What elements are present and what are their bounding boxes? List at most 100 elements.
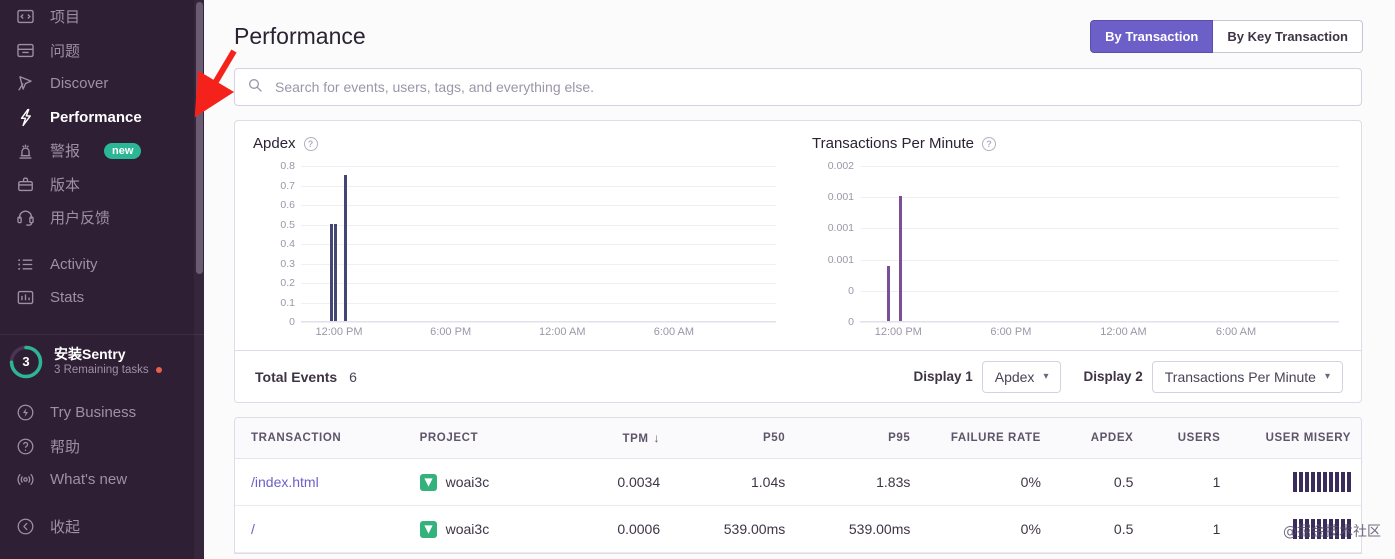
gridline	[860, 228, 1339, 229]
sidebar-item-label: 版本	[50, 174, 80, 195]
x-tick-label: 6:00 AM	[654, 326, 694, 338]
chart-bar[interactable]	[334, 224, 337, 322]
display1-select[interactable]: Apdex ▾	[982, 361, 1062, 393]
gridline	[860, 197, 1339, 198]
sidebar-item-issues[interactable]: 问题	[0, 34, 204, 68]
chart-tpm-plot-area[interactable]	[860, 166, 1339, 322]
display1-label: Display 1	[913, 369, 972, 384]
gridline	[301, 186, 776, 187]
charts-row: Apdex ? 0.80.70.60.50.40.30.20.10 12:00 …	[235, 121, 1361, 350]
x-tick-label: 6:00 PM	[430, 326, 471, 338]
chevron-down-icon: ▾	[1325, 371, 1330, 382]
table-header-transaction[interactable]: TRANSACTION	[235, 418, 404, 459]
sidebar-item-label: Discover	[50, 75, 108, 92]
gridline	[301, 225, 776, 226]
table-cell-project: woai3c	[404, 459, 556, 506]
misery-bar	[1335, 472, 1339, 492]
tab-by-transaction[interactable]: By Transaction	[1090, 20, 1213, 53]
onboarding-task-widget[interactable]: 3 安装Sentry 3 Remaining tasks	[0, 334, 204, 388]
chart-tpm-y-axis: 0.0020.0010.0010.00100	[812, 166, 858, 322]
issues-icon	[12, 39, 38, 61]
gridline	[860, 166, 1339, 167]
sidebar-scrollbar[interactable]	[194, 0, 204, 559]
gridline	[301, 166, 776, 167]
misery-bar	[1317, 519, 1321, 539]
y-tick-label: 0	[848, 316, 854, 328]
sidebar-item-user-feedback[interactable]: 用户反馈	[0, 201, 204, 235]
table-cell-apdex: 0.5	[1051, 459, 1143, 506]
sidebar-item-activity[interactable]: Activity	[0, 248, 204, 282]
stats-icon	[12, 287, 38, 309]
onboarding-text: 安装Sentry 3 Remaining tasks	[54, 346, 162, 378]
table-cell-p50: 1.04s	[670, 459, 795, 506]
y-tick-label: 0.7	[280, 180, 295, 192]
misery-bar	[1347, 519, 1351, 539]
table-header-apdex[interactable]: APDEX	[1051, 418, 1143, 459]
table-row[interactable]: /index.htmlwoai3c0.00341.04s1.83s0%0.51	[235, 459, 1361, 506]
releases-icon	[12, 173, 38, 195]
misery-bar	[1299, 472, 1303, 492]
sidebar-item-performance[interactable]: Performance	[0, 101, 204, 135]
x-tick-label: 12:00 AM	[539, 326, 585, 338]
gridline	[301, 205, 776, 206]
page-title: Performance	[234, 23, 366, 50]
transaction-link[interactable]: /index.html	[251, 474, 319, 490]
project-icon	[12, 6, 38, 28]
transaction-link[interactable]: /	[251, 521, 255, 537]
sidebar-item-label: 项目	[50, 6, 80, 27]
sidebar-item-label: What's new	[50, 471, 127, 488]
misery-bar	[1329, 519, 1333, 539]
sidebar-item-help[interactable]: 帮助	[0, 430, 204, 464]
sidebar-item-label: 用户反馈	[50, 207, 110, 228]
sidebar-item-releases[interactable]: 版本	[0, 168, 204, 202]
sidebar-item-whats-new[interactable]: What's new	[0, 463, 204, 497]
table-row[interactable]: /woai3c0.0006539.00ms539.00ms0%0.51	[235, 506, 1361, 553]
chart-tpm: Transactions Per Minute ? 0.0020.0010.00…	[798, 121, 1361, 350]
x-tick-label: 12:00 AM	[1100, 326, 1146, 338]
sidebar-divider-gap	[0, 235, 204, 248]
table-header-row: TRANSACTIONPROJECTTPM↓P50P95FAILURE RATE…	[235, 418, 1361, 459]
project-name: woai3c	[446, 521, 490, 537]
misery-bar	[1317, 472, 1321, 492]
x-tick-label: 12:00 PM	[315, 326, 362, 338]
table-header-project[interactable]: PROJECT	[404, 418, 556, 459]
main-content: Performance By Transaction By Key Transa…	[204, 0, 1395, 559]
table-header-p95[interactable]: P95	[795, 418, 920, 459]
project-cell[interactable]: woai3c	[420, 474, 546, 491]
table-header-failure_rate[interactable]: FAILURE RATE	[920, 418, 1051, 459]
sidebar-item-discover[interactable]: Discover	[0, 67, 204, 101]
gridline	[301, 244, 776, 245]
sidebar-item-projects[interactable]: 项目	[0, 0, 204, 34]
chart-bar[interactable]	[887, 266, 890, 321]
chart-tpm-x-axis: 12:00 PM6:00 PM12:00 AM6:00 AM	[860, 326, 1339, 346]
sidebar-item-stats[interactable]: Stats	[0, 281, 204, 315]
chevron-down-icon: ▾	[1043, 371, 1048, 382]
sidebar-item-try-business[interactable]: Try Business	[0, 396, 204, 430]
project-cell[interactable]: woai3c	[420, 521, 546, 538]
table-header-user_misery[interactable]: USER MISERY	[1230, 418, 1361, 459]
search-input[interactable]	[273, 78, 1349, 96]
search-bar[interactable]	[234, 68, 1362, 106]
misery-bar	[1293, 472, 1297, 492]
table-header-p50[interactable]: P50	[670, 418, 795, 459]
chart-bar[interactable]	[344, 175, 347, 321]
chart-bar[interactable]	[330, 224, 333, 322]
misery-bar	[1305, 472, 1309, 492]
table-cell-users: 1	[1143, 459, 1230, 506]
y-tick-label: 0	[289, 316, 295, 328]
chart-apdex-x-axis: 12:00 PM 6:00 PM 12:00 AM 6:00 AM	[301, 326, 776, 346]
table-header-users[interactable]: USERS	[1143, 418, 1230, 459]
sidebar-scrollbar-thumb[interactable]	[196, 2, 203, 274]
question-circle-icon[interactable]: ?	[304, 137, 318, 151]
chart-apdex-plot-area[interactable]	[301, 166, 776, 322]
onboarding-subtitle: 3 Remaining tasks	[54, 363, 162, 377]
tab-by-key-transaction[interactable]: By Key Transaction	[1213, 20, 1363, 53]
display2-select[interactable]: Transactions Per Minute ▾	[1152, 361, 1343, 393]
question-circle-icon[interactable]: ?	[982, 137, 996, 151]
table-header-tpm[interactable]: TPM↓	[556, 418, 670, 459]
table-cell-failure_rate: 0%	[920, 459, 1051, 506]
sidebar-item-alerts[interactable]: 警报 new	[0, 134, 204, 168]
sidebar-item-collapse[interactable]: 收起	[0, 510, 204, 544]
chart-bar[interactable]	[899, 196, 902, 321]
table-cell-users: 1	[1143, 506, 1230, 553]
